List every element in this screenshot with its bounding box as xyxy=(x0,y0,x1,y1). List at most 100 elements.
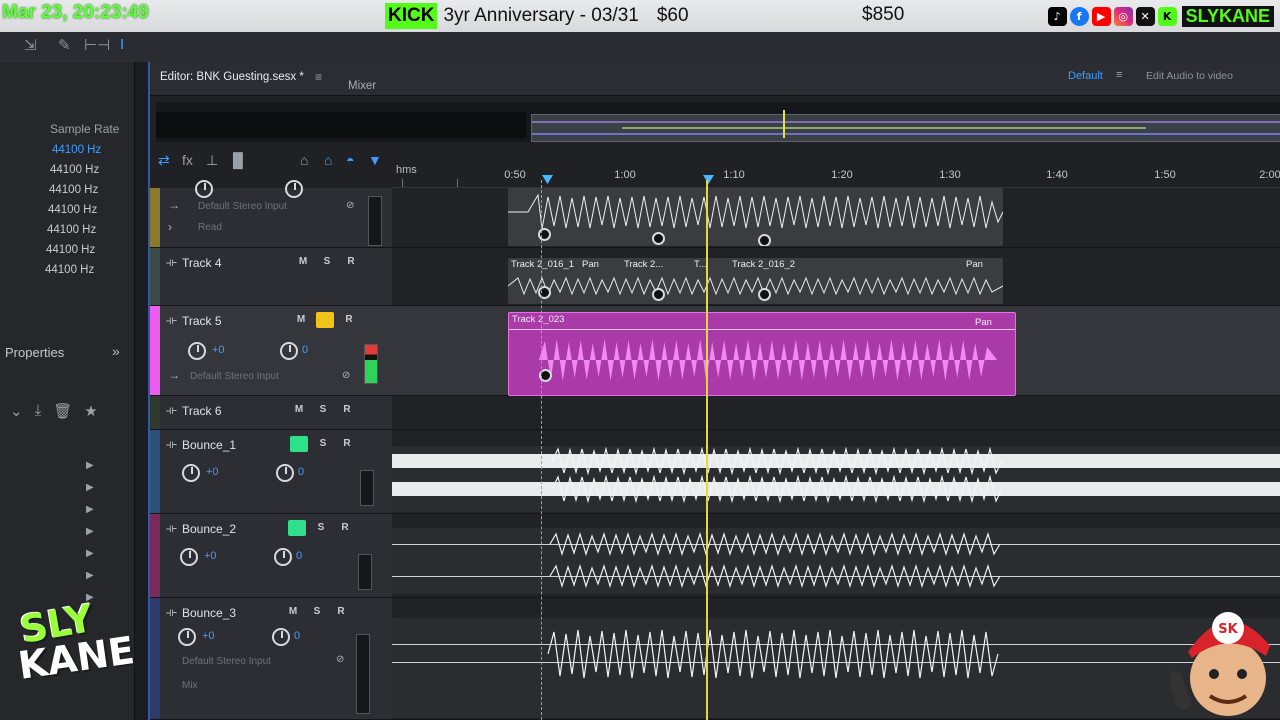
audio-clip[interactable] xyxy=(392,446,1280,512)
clip-lock-icon[interactable] xyxy=(538,228,551,241)
track-lane[interactable]: Track 2_016_1 Pan Track 2... T... Track … xyxy=(392,248,1280,306)
file-sample-rate[interactable]: 44100 Hz xyxy=(48,204,97,216)
import-icon[interactable]: ⤓ xyxy=(35,402,42,420)
expand-arrow-icon[interactable]: ▶ xyxy=(86,460,94,471)
record-button[interactable]: R xyxy=(342,254,360,270)
eq-icon[interactable]: ▐▌ xyxy=(228,152,248,168)
record-button[interactable]: R xyxy=(340,312,358,328)
workspace-hint[interactable]: Edit Audio to video xyxy=(1146,70,1233,82)
mute-button[interactable]: M xyxy=(284,604,302,620)
track-lane[interactable] xyxy=(392,430,1280,514)
track-lane[interactable]: Track 2_023 Pan xyxy=(392,306,1280,396)
automation-mode[interactable]: Mix xyxy=(182,680,198,691)
session-overview[interactable] xyxy=(156,102,1280,142)
timeline-ruler[interactable]: hms 0:50 1:00 1:10 1:20 1:30 1:40 1:50 2… xyxy=(392,160,1280,188)
volume-value[interactable]: +0 xyxy=(206,466,219,478)
pan-knob[interactable] xyxy=(280,342,298,360)
sends-icon[interactable]: ⊥ xyxy=(206,152,218,169)
fx-power-icon[interactable]: ⊘ xyxy=(342,370,350,381)
track-header[interactable]: ⟛ Bounce_1 S R +0 0 xyxy=(150,430,392,514)
monitor-icon[interactable]: ⌂ xyxy=(324,152,332,168)
volume-knob[interactable] xyxy=(195,180,213,198)
star-icon[interactable]: ★ xyxy=(84,402,97,420)
file-sample-rate[interactable]: 44100 Hz xyxy=(49,184,98,196)
record-button[interactable]: R xyxy=(338,402,356,418)
solo-button[interactable]: S xyxy=(312,520,330,536)
expand-arrow-icon[interactable]: ▶ xyxy=(86,526,94,537)
track-lane[interactable] xyxy=(392,396,1280,430)
track-header[interactable]: ⟛ Track 5 M R +0 0 → Default Stereo Inpu… xyxy=(150,306,392,396)
track-header[interactable]: → Default Stereo Input ⊘ › Read xyxy=(150,180,392,248)
mute-button[interactable] xyxy=(288,520,306,536)
track-header[interactable]: ⟛ Track 6 M S R xyxy=(150,396,392,430)
mute-button[interactable] xyxy=(290,436,308,452)
pan-knob[interactable] xyxy=(285,180,303,198)
clip-pan-label[interactable]: Pan xyxy=(582,259,599,270)
file-sample-rate[interactable]: 44100 Hz xyxy=(50,164,99,176)
volume-knob[interactable] xyxy=(178,628,196,646)
expand-arrow-icon[interactable]: › xyxy=(168,220,172,234)
trash-icon[interactable]: 🗑 xyxy=(53,402,72,420)
expand-arrow-icon[interactable]: ▶ xyxy=(86,570,94,581)
audio-clip[interactable]: Track 2_016_1 Pan Track 2... T... Track … xyxy=(508,258,1003,304)
solo-button[interactable]: S xyxy=(314,402,332,418)
expand-arrow-icon[interactable]: ▶ xyxy=(86,482,94,493)
sync-icon[interactable]: ◓ xyxy=(346,152,354,168)
clip-volume-line[interactable] xyxy=(509,329,1015,330)
record-button[interactable]: R xyxy=(332,604,350,620)
solo-button[interactable]: S xyxy=(308,604,326,620)
file-sample-rate[interactable]: 44100 Hz xyxy=(47,224,96,236)
expand-arrow-icon[interactable]: ▶ xyxy=(86,548,94,559)
workspace-menu-icon[interactable]: ≡ xyxy=(1116,69,1122,81)
volume-value[interactable]: +0 xyxy=(212,344,225,356)
properties-panel-title[interactable]: Properties xyxy=(5,345,64,360)
slip-tool-icon[interactable]: ⊢⊣ xyxy=(84,36,110,54)
toggle-icon[interactable]: ⇄ xyxy=(158,152,170,169)
track-name[interactable]: Track 4 xyxy=(182,256,222,270)
clip-lock-icon[interactable] xyxy=(652,288,665,301)
pan-value[interactable]: 0 xyxy=(296,550,302,562)
expand-arrow-icon[interactable]: ▶ xyxy=(86,504,94,515)
track-name[interactable]: Bounce_1 xyxy=(182,438,236,452)
fx-power-icon[interactable]: ⊘ xyxy=(336,654,344,665)
chevron-down-icon[interactable]: ⌄ xyxy=(10,402,23,420)
record-button[interactable]: R xyxy=(336,520,354,536)
track-header[interactable]: ⟛ Bounce_3 M S R +0 0 Default Stereo Inp… xyxy=(150,598,392,720)
workspace-selector[interactable]: Default xyxy=(1068,70,1103,82)
clip-lock-icon[interactable] xyxy=(758,234,771,246)
record-button[interactable]: R xyxy=(338,436,356,452)
overview-zoom-window[interactable] xyxy=(531,114,1280,142)
automation-mode[interactable]: Read xyxy=(198,222,222,233)
track-lane[interactable] xyxy=(392,188,1280,248)
filter-icon[interactable]: ▼ xyxy=(368,152,382,168)
pan-knob[interactable] xyxy=(272,628,290,646)
track-name[interactable]: Bounce_3 xyxy=(182,606,236,620)
cue-marker[interactable] xyxy=(703,175,714,184)
clip-pan-label[interactable]: Pan xyxy=(975,317,992,328)
volume-value[interactable]: +0 xyxy=(204,550,217,562)
mute-button[interactable]: M xyxy=(290,402,308,418)
clip-pan-label[interactable]: Pan xyxy=(966,259,983,270)
solo-button[interactable]: S xyxy=(314,436,332,452)
audio-clip[interactable]: Track 2_023 Pan xyxy=(508,312,1016,396)
track-input[interactable]: Default Stereo Input xyxy=(190,371,279,382)
clip-lock-icon[interactable] xyxy=(538,286,551,299)
volume-value[interactable]: +0 xyxy=(202,630,215,642)
track-name[interactable]: Track 6 xyxy=(182,404,222,418)
pan-knob[interactable] xyxy=(274,548,292,566)
volume-knob[interactable] xyxy=(180,548,198,566)
tab-menu-icon[interactable]: ≡ xyxy=(315,70,322,84)
time-selection-tool-icon[interactable]: I xyxy=(120,36,124,53)
clip-lock-icon[interactable] xyxy=(652,232,665,245)
solo-button[interactable]: S xyxy=(318,254,336,270)
track-name[interactable]: Bounce_2 xyxy=(182,522,236,536)
mute-button[interactable]: M xyxy=(294,254,312,270)
volume-knob[interactable] xyxy=(182,464,200,482)
solo-button[interactable] xyxy=(316,312,334,328)
pan-knob[interactable] xyxy=(276,464,294,482)
track-lanes[interactable]: Track 2_016_1 Pan Track 2... T... Track … xyxy=(392,188,1280,720)
pan-value[interactable]: 0 xyxy=(302,344,308,356)
fx-icon[interactable]: fx xyxy=(182,152,193,168)
clip-lock-icon[interactable] xyxy=(758,288,771,301)
file-sample-rate[interactable]: 44100 Hz xyxy=(45,264,94,276)
